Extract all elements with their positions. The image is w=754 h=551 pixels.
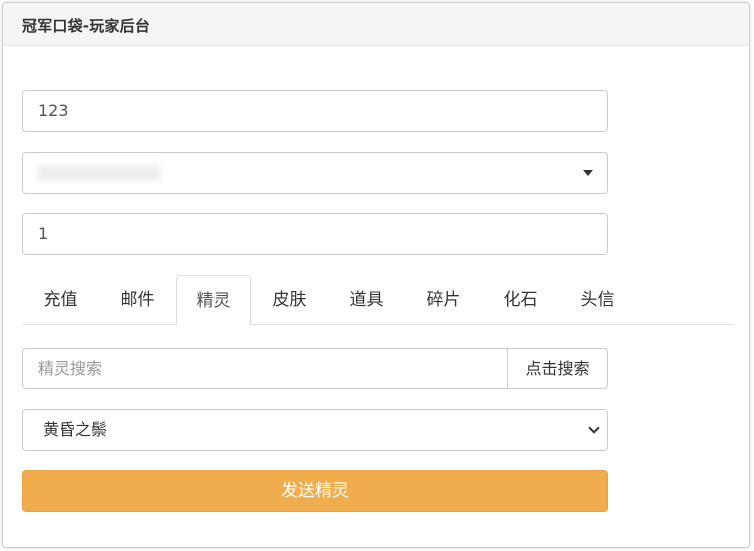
search-button[interactable]: 点击搜索: [507, 348, 608, 389]
panel-header: 冠军口袋-玩家后台: [3, 3, 749, 46]
panel-title: 冠军口袋-玩家后台: [22, 17, 151, 35]
player-id-input[interactable]: 123: [22, 90, 608, 132]
tab-avatar[interactable]: 头信: [559, 275, 636, 325]
sprite-select-value: 黄昏之鬃: [43, 420, 108, 439]
caret-down-icon: [583, 170, 593, 176]
tab-sprite[interactable]: 精灵: [176, 275, 251, 326]
category-tabs: 充值 邮件 精灵 皮肤 道具 碎片 化石 头信: [22, 275, 734, 326]
server-select-value: [37, 165, 161, 181]
tab-fossil[interactable]: 化石: [482, 275, 559, 325]
send-sprite-button[interactable]: 发送精灵: [22, 470, 608, 512]
tab-recharge[interactable]: 充值: [22, 275, 99, 325]
sprite-select[interactable]: 黄昏之鬃: [22, 409, 608, 451]
quantity-input[interactable]: 1: [22, 213, 608, 255]
tab-fragment[interactable]: 碎片: [405, 275, 482, 325]
sprite-search-group: 精灵搜索 点击搜索: [22, 348, 608, 389]
chevron-down-icon: [588, 422, 600, 434]
tab-mail[interactable]: 邮件: [99, 275, 176, 325]
tab-skin[interactable]: 皮肤: [251, 275, 328, 325]
tab-item[interactable]: 道具: [328, 275, 405, 325]
server-select[interactable]: [22, 152, 608, 194]
player-admin-panel: 冠军口袋-玩家后台 123 1 充值 邮件 精灵 皮肤 道具 碎片 化石 头信 …: [2, 2, 750, 548]
sprite-search-input[interactable]: 精灵搜索: [22, 348, 508, 389]
